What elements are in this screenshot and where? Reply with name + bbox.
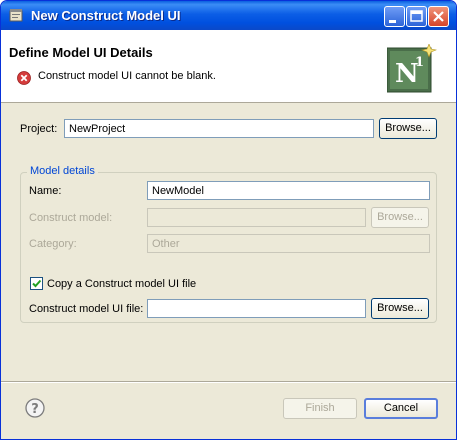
svg-text:?: ?	[31, 402, 39, 417]
name-input[interactable]	[147, 181, 430, 200]
copy-ui-file-label[interactable]: Copy a Construct model UI file	[47, 278, 196, 290]
close-button[interactable]	[428, 6, 449, 27]
page-title: Define Model UI Details	[9, 45, 153, 60]
category-input	[147, 234, 430, 253]
wizard-banner-superscript: 1	[415, 55, 424, 70]
construct-model-input	[147, 208, 366, 227]
category-label: Category:	[29, 238, 77, 250]
window-icon	[9, 9, 23, 22]
minimize-icon	[389, 20, 396, 23]
error-message: Construct model UI cannot be blank.	[38, 70, 216, 82]
error-icon	[17, 71, 31, 85]
project-input[interactable]	[64, 119, 374, 138]
minimize-button[interactable]	[384, 6, 405, 27]
ui-file-label: Construct model UI file:	[29, 303, 144, 315]
window-title: New Construct Model UI	[31, 8, 181, 23]
construct-model-browse-button: Browse...	[371, 207, 429, 228]
ui-file-input[interactable]	[147, 299, 366, 318]
close-icon	[433, 11, 444, 22]
maximize-icon	[410, 10, 423, 22]
model-details-group-label: Model details	[27, 165, 98, 177]
help-icon[interactable]: ?	[25, 398, 45, 418]
project-label: Project:	[20, 123, 58, 135]
checkmark-icon	[32, 279, 42, 288]
wizard-header: Define Model UI Details Construct model …	[1, 30, 456, 103]
title-bar[interactable]: New Construct Model UI	[1, 1, 456, 30]
cancel-button[interactable]: Cancel	[364, 398, 438, 419]
name-label: Name:	[29, 185, 62, 197]
wizard-banner-icon: N 1	[387, 44, 437, 93]
maximize-button[interactable]	[406, 6, 427, 27]
project-browse-button[interactable]: Browse...	[379, 118, 437, 139]
ui-file-browse-button[interactable]: Browse...	[371, 298, 429, 319]
footer-separator	[1, 381, 456, 383]
construct-model-label: Construct model:	[29, 212, 113, 224]
finish-button: Finish	[283, 398, 357, 419]
dialog-window: New Construct Model UI Define Model UI D…	[0, 0, 457, 440]
copy-ui-file-checkbox[interactable]	[30, 277, 43, 290]
